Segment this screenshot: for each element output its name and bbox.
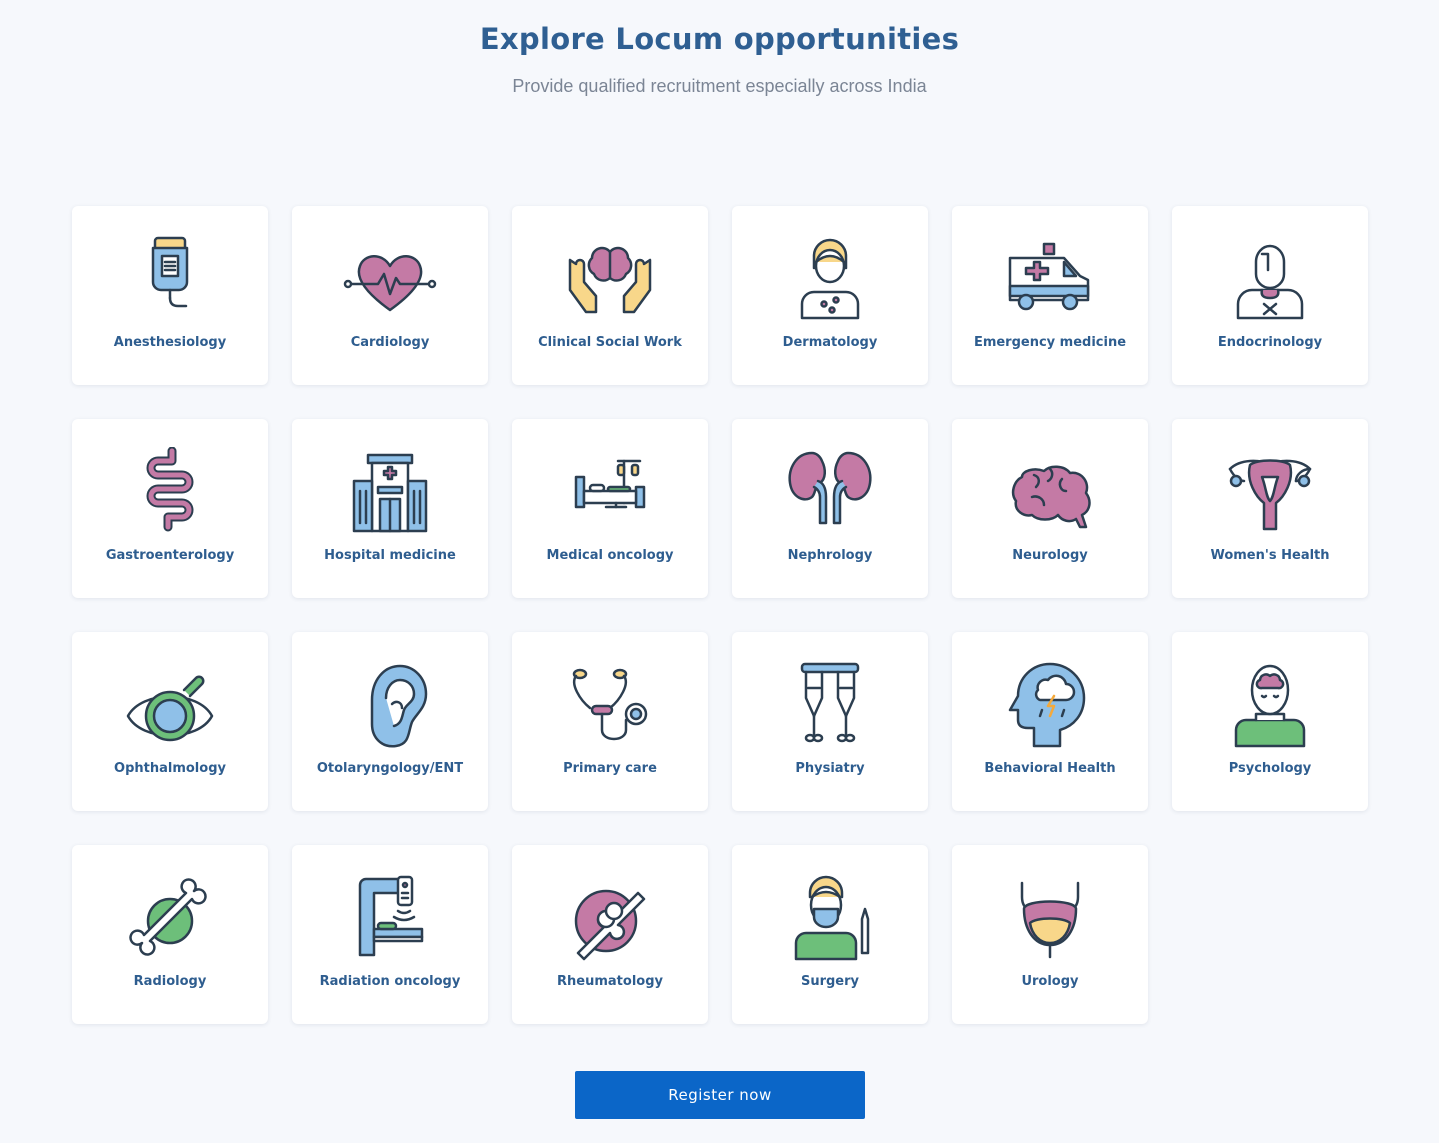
bone-scan-icon (122, 873, 218, 963)
specialty-card-otolaryngology-ent[interactable]: Otolaryngology/ENT (292, 632, 488, 811)
specialty-label: Physiatry (795, 761, 865, 776)
specialty-card-neurology[interactable]: Neurology (952, 419, 1148, 598)
specialty-card-radiation-oncology[interactable]: Radiation oncology (292, 845, 488, 1024)
uterus-icon (1222, 447, 1318, 537)
specialty-card-behavioral-health[interactable]: Behavioral Health (952, 632, 1148, 811)
specialty-label: Women's Health (1210, 548, 1330, 563)
specialty-label: Otolaryngology/ENT (316, 761, 464, 776)
specialty-card-primary-care[interactable]: Primary care (512, 632, 708, 811)
specialty-card-surgery[interactable]: Surgery (732, 845, 928, 1024)
radiation-machine-icon (342, 873, 438, 963)
specialty-label: Endocrinology (1217, 335, 1323, 350)
hospital-bed-icon (562, 447, 658, 537)
hospital-building-icon (342, 447, 438, 537)
stethoscope-icon (562, 660, 658, 750)
specialty-label: Behavioral Health (984, 761, 1116, 776)
brain-icon (1002, 447, 1098, 537)
kidneys-icon (782, 447, 878, 537)
specialty-card-clinical-social-work[interactable]: Clinical Social Work (512, 206, 708, 385)
specialty-card-rheumatology[interactable]: Rheumatology (512, 845, 708, 1024)
specialty-label: Clinical Social Work (538, 335, 682, 350)
specialty-card-ophthalmology[interactable]: Ophthalmology (72, 632, 268, 811)
bladder-icon (1002, 873, 1098, 963)
specialty-label: Psychology (1228, 761, 1312, 776)
specialty-label: Nephrology (787, 548, 873, 563)
specialty-card-dermatology[interactable]: Dermatology (732, 206, 928, 385)
page-title: Explore Locum opportunities (479, 22, 960, 56)
specialty-label: Radiation oncology (319, 974, 461, 989)
specialty-label: Gastroenterology (105, 548, 235, 563)
specialty-label: Surgery (800, 974, 860, 989)
specialty-card-urology[interactable]: Urology (952, 845, 1148, 1024)
heart-pulse-icon (342, 234, 438, 324)
specialty-label: Urology (1021, 974, 1079, 989)
specialty-label: Ophthalmology (114, 761, 226, 776)
specialty-card-endocrinology[interactable]: Endocrinology (1172, 206, 1368, 385)
specialty-label: Hospital medicine (324, 548, 456, 563)
specialty-label: Primary care (563, 761, 657, 776)
specialty-label: Neurology (1012, 548, 1088, 563)
joint-bone-icon (562, 873, 658, 963)
iv-drip-icon (122, 234, 218, 324)
specialty-label: Cardiology (350, 335, 430, 350)
eye-icon (122, 660, 218, 750)
crutches-icon (782, 660, 878, 750)
specialty-card-anesthesiology[interactable]: Anesthesiology (72, 206, 268, 385)
specialty-card-emergency-medicine[interactable]: Emergency medicine (952, 206, 1148, 385)
specialty-label: Radiology (133, 974, 207, 989)
page-subtitle: Provide qualified recruitment especially… (512, 76, 927, 96)
specialty-card-womens-health[interactable]: Women's Health (1172, 419, 1368, 598)
specialty-label: Medical oncology (546, 548, 674, 563)
specialty-label: Rheumatology (557, 974, 663, 989)
specialty-card-psychology[interactable]: Psychology (1172, 632, 1368, 811)
specialty-card-physiatry[interactable]: Physiatry (732, 632, 928, 811)
head-storm-icon (1002, 660, 1098, 750)
surgeon-icon (782, 873, 878, 963)
hands-brain-icon (562, 234, 658, 324)
specialty-card-gastroenterology[interactable]: Gastroenterology (72, 419, 268, 598)
ear-icon (342, 660, 438, 750)
specialty-card-hospital-medicine[interactable]: Hospital medicine (292, 419, 488, 598)
specialty-label: Emergency medicine (973, 335, 1127, 350)
register-now-button[interactable]: Register now (575, 1071, 865, 1119)
person-brain-icon (1222, 660, 1318, 750)
specialty-card-medical-oncology[interactable]: Medical oncology (512, 419, 708, 598)
ambulance-icon (1002, 234, 1098, 324)
specialty-label: Dermatology (782, 335, 878, 350)
specialty-label: Anesthesiology (113, 335, 227, 350)
dermatology-patient-icon (782, 234, 878, 324)
specialty-card-radiology[interactable]: Radiology (72, 845, 268, 1024)
specialty-grid: Anesthesiology Cardiology Clinical Socia… (72, 206, 1368, 1024)
specialty-card-nephrology[interactable]: Nephrology (732, 419, 928, 598)
intestine-icon (122, 447, 218, 537)
thyroid-person-icon (1222, 234, 1318, 324)
specialty-card-cardiology[interactable]: Cardiology (292, 206, 488, 385)
